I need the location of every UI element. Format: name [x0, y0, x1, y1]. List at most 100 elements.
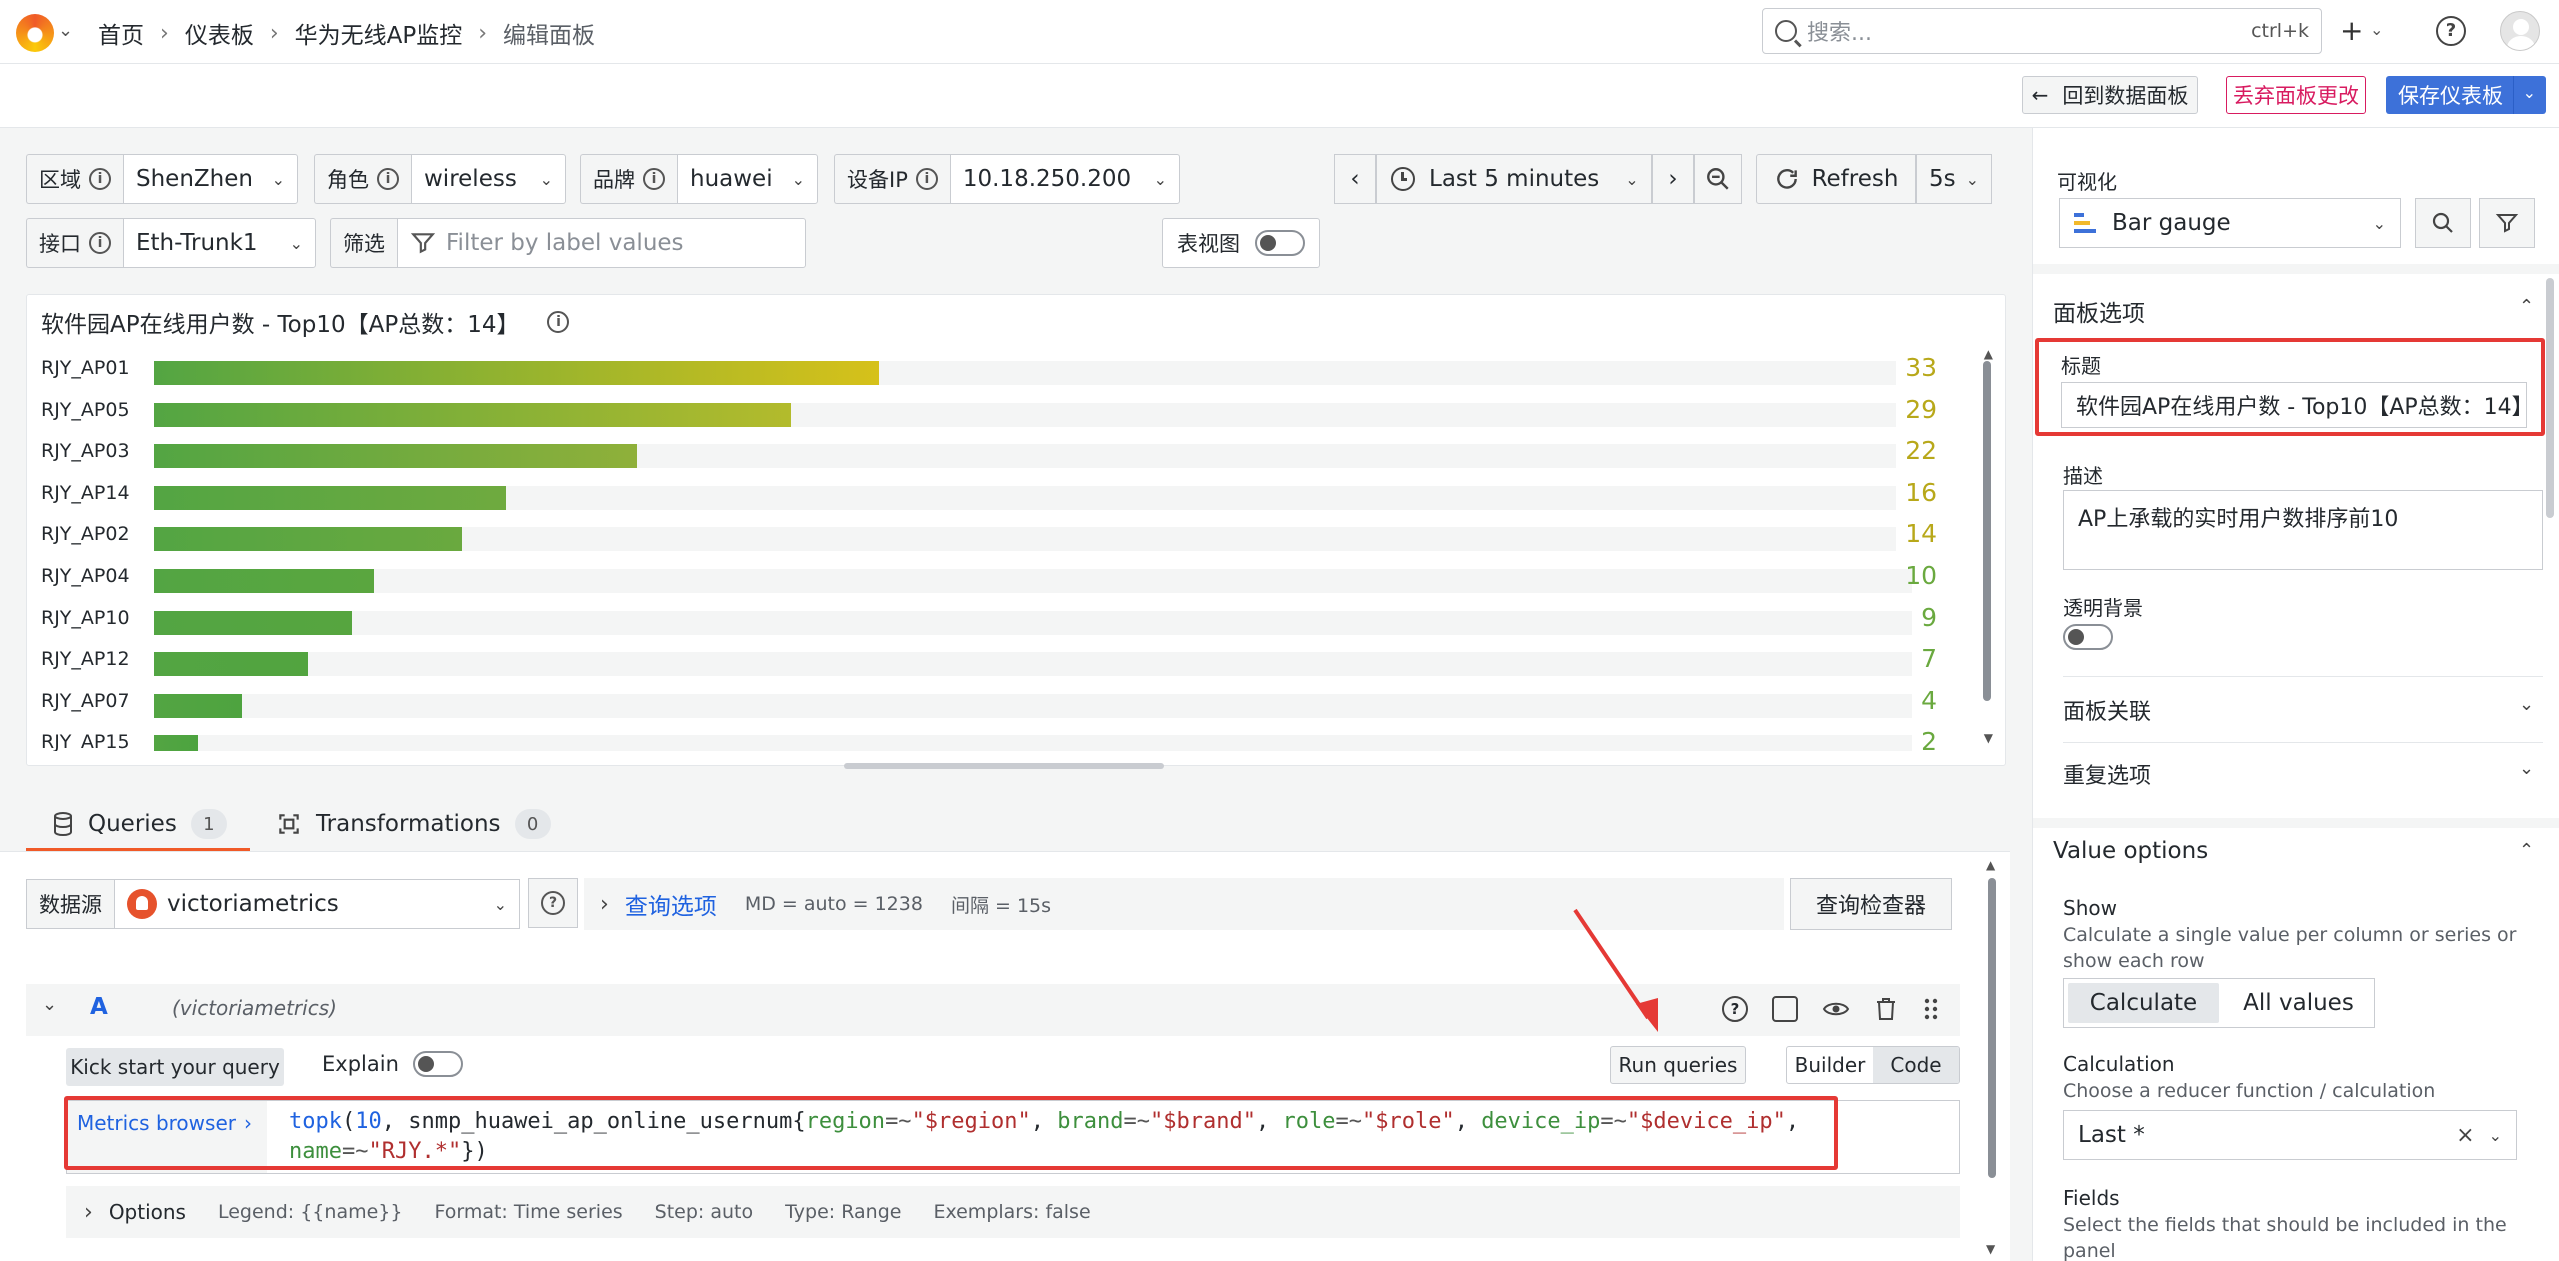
trash-icon[interactable] [1874, 996, 1898, 1028]
run-queries-button[interactable]: Run queries [1610, 1046, 1746, 1084]
promql-query[interactable]: topk(10, snmp_huawei_ap_online_usernum{r… [289, 1107, 1949, 1167]
visualization-picker[interactable]: Bar gauge ⌄ [2059, 198, 2401, 248]
time-back-button[interactable]: ‹ [1334, 154, 1376, 204]
query-inspector-button[interactable]: 查询检查器 [1790, 878, 1952, 930]
chevron-up-icon[interactable]: ⌃ [2519, 296, 2534, 317]
bar-label: RJY_AP10 [41, 606, 130, 629]
kick-start-button[interactable]: Kick start your query [66, 1048, 284, 1086]
variable-value[interactable]: Eth-Trunk1 ⌄ [123, 218, 316, 268]
filter-placeholder: Filter by label values [446, 230, 684, 256]
chevron-down-icon[interactable]: ⌄ [58, 20, 73, 41]
chevron-down-icon[interactable]: ⌄ [42, 994, 57, 1015]
title-input[interactable]: 软件园AP在线用户数 - Top10【AP总数：14】 [2061, 382, 2527, 428]
scroll-up-icon[interactable]: ▲ [1986, 858, 1995, 872]
calculation-select[interactable]: Last * × ⌄ [2063, 1110, 2517, 1160]
search-options-button[interactable] [2415, 198, 2471, 248]
variable-value-text: wireless [424, 166, 517, 192]
repeat-options-header[interactable]: 重复选项 [2063, 758, 2151, 790]
search-input[interactable]: 搜索... ctrl+k [1762, 8, 2322, 54]
time-range-picker[interactable]: Last 5 minutes ⌄ [1376, 154, 1652, 204]
eye-icon[interactable] [1822, 996, 1850, 1022]
query-options-link[interactable]: 查询选项 [625, 887, 717, 921]
variable-value[interactable]: ShenZhen ⌄ [123, 154, 298, 204]
show-all-values-option[interactable]: All values [2223, 979, 2374, 1027]
scroll-down-icon[interactable]: ▼ [1984, 731, 1993, 745]
bar-fill [154, 693, 242, 718]
description-textarea[interactable]: AP上承载的实时用户数排序前10 [2063, 490, 2543, 570]
breadcrumb-dashboard[interactable]: 华为无线AP监控 [295, 16, 463, 50]
tab-transformations[interactable]: Transformations 0 [276, 804, 551, 844]
panel-title-text: 软件园AP在线用户数 - Top10【AP总数：14】 [41, 312, 520, 338]
copy-icon[interactable] [1772, 996, 1798, 1022]
datasource-select[interactable]: victoriametrics ⌄ [114, 879, 520, 929]
bar-fill [154, 444, 637, 469]
variable-value[interactable]: 10.18.250.200 ⌄ [949, 154, 1180, 204]
grafana-logo-icon[interactable] [16, 14, 54, 52]
close-icon[interactable]: × [2456, 1123, 2474, 1148]
variable-value[interactable]: huawei ⌄ [677, 154, 818, 204]
breadcrumb-home[interactable]: 首页 [98, 16, 144, 50]
back-to-dashboard-button[interactable]: ← 回到数据面板 [2022, 76, 2198, 114]
variable-brand[interactable]: 品牌 i huawei ⌄ [580, 154, 818, 204]
show-calculate-option[interactable]: Calculate [2068, 983, 2219, 1023]
query-code-editor[interactable]: Metrics browser › topk(10, snmp_huawei_a… [66, 1100, 1960, 1174]
transparent-background-switch[interactable] [2063, 624, 2113, 650]
variable-role[interactable]: 角色 i wireless ⌄ [314, 154, 566, 204]
filter-input[interactable]: Filter by label values [397, 218, 806, 268]
metrics-browser-button[interactable]: Metrics browser › [67, 1101, 267, 1173]
time-forward-button[interactable]: › [1652, 154, 1694, 204]
query-options-bar[interactable]: › 查询选项 MD = auto = 1238 间隔 = 15s [584, 878, 1784, 930]
table-view-toggle[interactable]: 表视图 [1162, 218, 1320, 268]
explain-toggle[interactable]: Explain [322, 1051, 463, 1077]
chevron-right-icon: › [243, 1111, 252, 1135]
refresh-interval-picker[interactable]: 5s ⌄ [1916, 154, 1992, 204]
bar-gauge-row: RJY_AP07 4 [27, 684, 1977, 726]
panel-resize-handle[interactable] [844, 763, 1164, 769]
sidebar-scrollbar[interactable] [2546, 278, 2554, 518]
builder-code-toggle[interactable]: Builder Code [1786, 1046, 1960, 1084]
zoom-out-button[interactable] [1694, 154, 1742, 204]
panel-links-header[interactable]: 面板关联 [2063, 694, 2151, 726]
variable-value[interactable]: wireless ⌄ [411, 154, 566, 204]
chevron-down-icon[interactable]: ⌄ [2523, 83, 2536, 102]
table-view-switch[interactable] [1255, 230, 1305, 256]
discard-button[interactable]: 丢弃面板更改 [2226, 76, 2366, 114]
query-ref-id[interactable]: A [90, 994, 108, 1020]
plus-icon[interactable]: + [2340, 14, 2363, 47]
panel-options-header[interactable]: 面板选项 [2053, 294, 2145, 328]
breadcrumb-dashboards[interactable]: 仪表板 [185, 16, 254, 50]
info-icon[interactable]: i [547, 311, 570, 333]
panel-scrollbar[interactable] [1983, 361, 1991, 701]
query-options-summary[interactable]: › Options Legend: {{name}} Format: Time … [66, 1186, 1960, 1238]
code-mode-button[interactable]: Code [1873, 1047, 1959, 1083]
bar-fill [154, 569, 374, 593]
variable-region[interactable]: 区域 i ShenZhen ⌄ [26, 154, 298, 204]
chevron-right-icon: › [1668, 166, 1678, 192]
drag-handle-icon[interactable] [1922, 996, 1940, 1028]
builder-mode-button[interactable]: Builder [1787, 1047, 1873, 1083]
show-radio-group[interactable]: Calculate All values [2063, 978, 2375, 1028]
variable-device-ip[interactable]: 设备IP i 10.18.250.200 ⌄ [834, 154, 1180, 204]
query-help-button[interactable]: ? [528, 878, 578, 928]
explain-switch[interactable] [412, 1051, 463, 1077]
value-options-header[interactable]: Value options [2053, 838, 2208, 864]
avatar[interactable] [2500, 11, 2540, 51]
chevron-down-icon[interactable]: ⌄ [2370, 20, 2383, 39]
help-icon[interactable]: ? [1722, 996, 1748, 1022]
bar-fill [154, 402, 791, 427]
tab-queries[interactable]: Queries 1 [52, 804, 227, 844]
bar-label: RJY_AP15 [41, 731, 130, 751]
filter-options-button[interactable] [2479, 198, 2535, 248]
help-icon[interactable]: ? [2436, 16, 2466, 46]
scroll-down-icon[interactable]: ▼ [1986, 1242, 1995, 1256]
filter-variable[interactable]: 筛选 Filter by label values [330, 218, 806, 268]
scroll-up-icon[interactable]: ▲ [1984, 347, 1993, 361]
chevron-up-icon[interactable]: ⌃ [2519, 840, 2534, 861]
save-dashboard-button[interactable]: 保存仪表板 ⌄ [2386, 76, 2546, 114]
chevron-down-icon[interactable]: ⌄ [2519, 694, 2534, 715]
chevron-down-icon[interactable]: ⌄ [2519, 758, 2534, 779]
query-scrollbar[interactable] [1988, 878, 1996, 1178]
variable-interface[interactable]: 接口 i Eth-Trunk1 ⌄ [26, 218, 316, 268]
bar-label: RJY_AP04 [41, 565, 130, 587]
refresh-button[interactable]: Refresh [1756, 154, 1916, 204]
